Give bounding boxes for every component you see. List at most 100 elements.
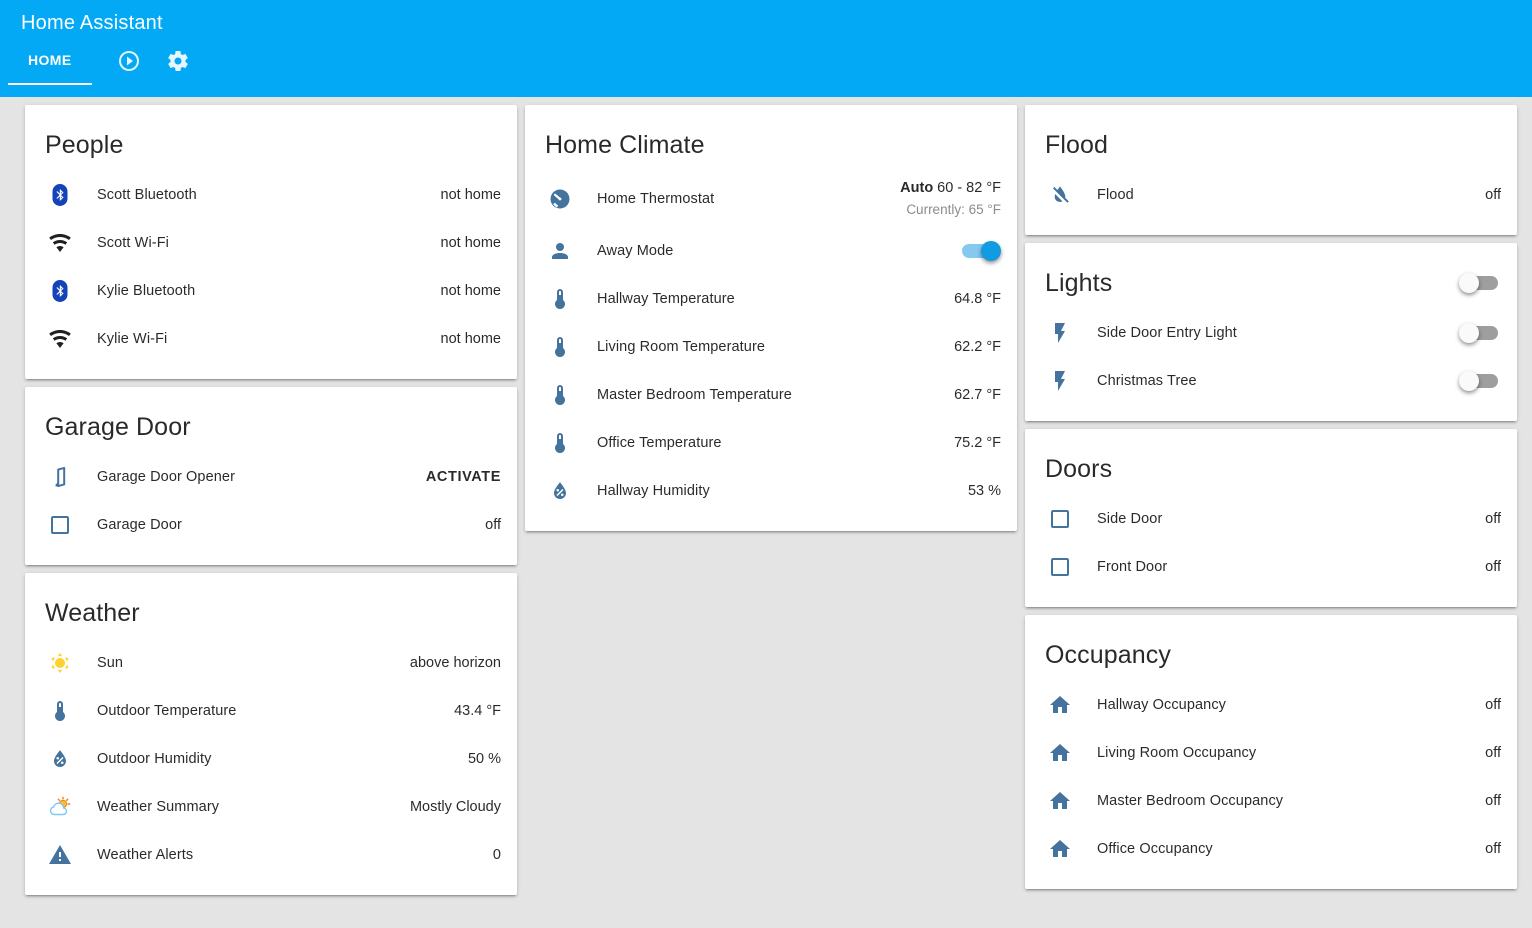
entity-state: off [1485,559,1501,575]
settings-icon[interactable] [166,49,190,73]
entity-name: Scott Wi-Fi [97,235,169,251]
card-title-occupancy: Occupancy [1045,641,1171,669]
entity-row-away-mode[interactable]: Away Mode [525,227,1017,275]
entity-row-side-door-entry-light[interactable]: Side Door Entry Light [1025,309,1517,357]
entity-name: Away Mode [597,243,674,259]
entity-state: off [1485,745,1501,761]
entity-state: above horizon [409,655,501,671]
entity-row-hallway-occupancy[interactable]: Hallway Occupancy off [1025,681,1517,729]
entity-row-kylie-wifi[interactable]: Kylie Wi-Fi not home [25,315,517,363]
christmas-tree-toggle[interactable] [1459,369,1501,393]
entity-name: Weather Alerts [97,847,194,863]
water-off-icon [1048,183,1072,207]
entity-name: Scott Bluetooth [97,187,197,203]
partly-cloudy-icon [48,795,72,819]
column-3: Flood Flood off Lights Side Door Entry L… [1025,105,1517,889]
lights-group-toggle[interactable] [1459,271,1501,295]
entity-row-sun[interactable]: Sun above horizon [25,639,517,687]
card-flood: Flood Flood off [1025,105,1517,235]
thermostat-state: Auto 60 - 82 °F Currently: 65 °F [900,178,1001,220]
card-weather: Weather Sun above horizon Outdoor Temper… [25,573,517,895]
entity-name: Master Bedroom Temperature [597,387,792,403]
entity-row-home-thermostat[interactable]: Home Thermostat Auto 60 - 82 °F Currently… [525,171,1017,227]
flash-icon [1048,369,1072,393]
app-title: Home Assistant [21,12,163,34]
entity-row-office-occupancy[interactable]: Office Occupancy off [1025,825,1517,873]
entity-row-master-bedroom-temperature[interactable]: Master Bedroom Temperature 62.7 °F [525,371,1017,419]
entity-state: 64.8 °F [954,291,1001,307]
entity-state: 50 % [467,751,501,767]
entity-state: not home [440,331,501,347]
entity-row-weather-alerts[interactable]: Weather Alerts 0 [25,831,517,879]
card-title-weather: Weather [45,599,140,627]
entity-name: Hallway Temperature [597,291,735,307]
card-lights: Lights Side Door Entry Light Christmas T… [1025,243,1517,421]
flash-icon [1048,321,1072,345]
entity-state: not home [440,187,501,203]
entity-state: not home [440,235,501,251]
checkbox-blank-icon [48,513,72,537]
entity-name: Hallway Occupancy [1097,697,1227,713]
entity-row-garage-door[interactable]: Garage Door off [25,501,517,549]
away-mode-toggle[interactable] [959,239,1001,263]
column-2: Home Climate Home Thermostat Auto 60 - 82… [525,105,1017,531]
entity-row-kylie-bluetooth[interactable]: Kylie Bluetooth not home [25,267,517,315]
card-people: People Scott Bluetooth not home Scott Wi… [25,105,517,379]
entity-row-scott-wifi[interactable]: Scott Wi-Fi not home [25,219,517,267]
entity-state: 62.2 °F [954,339,1001,355]
home-icon [1048,837,1072,861]
entity-state: 75.2 °F [954,435,1001,451]
entity-name: Kylie Bluetooth [97,283,196,299]
thermostat-current-temp: Currently: 65 °F [906,201,1001,217]
card-title-flood: Flood [1045,131,1109,159]
thermometer-icon [548,287,572,311]
entity-state: off [1485,841,1501,857]
entity-row-outdoor-humidity[interactable]: Outdoor Humidity 50 % [25,735,517,783]
entity-row-outdoor-temperature[interactable]: Outdoor Temperature 43.4 °F [25,687,517,735]
entity-state: off [1485,187,1501,203]
entity-row-office-temperature[interactable]: Office Temperature 75.2 °F [525,419,1017,467]
water-percent-icon [48,747,72,771]
entity-name: Garage Door [97,517,182,533]
entity-name: Outdoor Temperature [97,703,237,719]
bluetooth-icon [48,279,72,303]
entity-row-side-door[interactable]: Side Door off [1025,495,1517,543]
entity-row-garage-door-opener[interactable]: Garage Door Opener ACTIVATE [25,453,517,501]
activate-button[interactable]: ACTIVATE [426,469,501,485]
entity-state: off [1485,793,1501,809]
entity-row-scott-bluetooth[interactable]: Scott Bluetooth not home [25,171,517,219]
tab-home[interactable]: HOME [8,36,92,85]
card-garage-door: Garage Door Garage Door Opener ACTIVATE … [25,387,517,565]
entity-row-master-bedroom-occupancy[interactable]: Master Bedroom Occupancy off [1025,777,1517,825]
entity-state: 0 [492,847,501,863]
entity-name: Outdoor Humidity [97,751,212,767]
entity-row-hallway-temperature[interactable]: Hallway Temperature 64.8 °F [525,275,1017,323]
entity-row-flood[interactable]: Flood off [1025,171,1517,219]
entity-row-living-room-temperature[interactable]: Living Room Temperature 62.2 °F [525,323,1017,371]
checkbox-blank-icon [1048,507,1072,531]
water-percent-icon [548,479,572,503]
thermostat-icon [548,187,572,211]
entity-row-front-door[interactable]: Front Door off [1025,543,1517,591]
side-door-entry-light-toggle[interactable] [1459,321,1501,345]
door-open-icon [48,465,72,489]
entity-name: Office Temperature [597,435,722,451]
card-home-climate: Home Climate Home Thermostat Auto 60 - 82… [525,105,1017,531]
entity-name: Master Bedroom Occupancy [1097,793,1284,809]
wifi-icon [48,327,72,351]
card-title-home-climate: Home Climate [545,131,705,159]
card-title-lights: Lights [1045,269,1113,297]
entity-name: Flood [1097,187,1134,203]
person-icon [548,239,572,263]
play-circle-icon[interactable] [117,49,141,73]
entity-row-christmas-tree[interactable]: Christmas Tree [1025,357,1517,405]
entity-name: Weather Summary [97,799,220,815]
entity-state: 62.7 °F [954,387,1001,403]
entity-row-weather-summary[interactable]: Weather Summary Mostly Cloudy [25,783,517,831]
app-header: Home Assistant HOME [0,0,1532,97]
thermostat-range: 60 - 82 °F [937,180,1001,196]
thermometer-icon [548,335,572,359]
entity-name: Office Occupancy [1097,841,1213,857]
entity-row-living-room-occupancy[interactable]: Living Room Occupancy off [1025,729,1517,777]
entity-row-hallway-humidity[interactable]: Hallway Humidity 53 % [525,467,1017,515]
